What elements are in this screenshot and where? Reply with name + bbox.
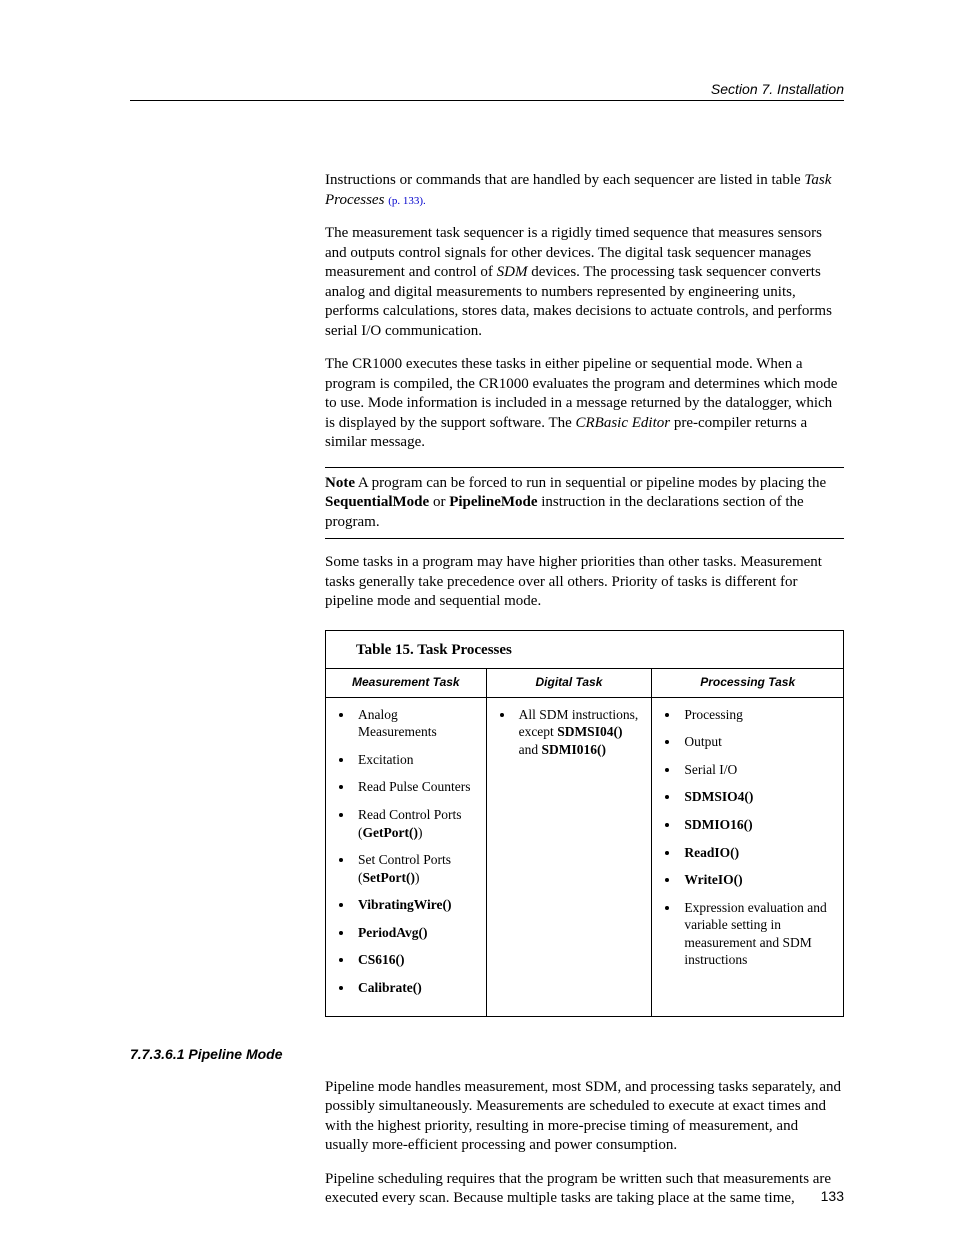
list-item: Processing bbox=[680, 706, 835, 724]
text: and bbox=[519, 742, 542, 757]
list-item: PeriodAvg() bbox=[354, 924, 478, 942]
text: or bbox=[429, 494, 449, 510]
text-bold: SDMSI04() bbox=[557, 724, 622, 739]
text: Excitation bbox=[358, 752, 413, 767]
list-item: Excitation bbox=[354, 751, 478, 769]
text: A program can be forced to run in sequen… bbox=[355, 475, 826, 491]
list-item: VibratingWire() bbox=[354, 896, 478, 914]
list-item: Analog Measurements bbox=[354, 706, 478, 741]
text-bold: VibratingWire() bbox=[358, 897, 452, 912]
list-item: WriteIO() bbox=[680, 871, 835, 889]
page-reference-link[interactable]: (p. 133). bbox=[388, 195, 426, 207]
text-italic: SDM bbox=[497, 264, 528, 280]
column-body-digital: All SDM instructions, except SDMSI04() a… bbox=[486, 697, 652, 1017]
list-item: Read Pulse Counters bbox=[354, 778, 478, 796]
text: ) bbox=[415, 870, 420, 885]
text: Output bbox=[684, 734, 722, 749]
list-item: Serial I/O bbox=[680, 761, 835, 779]
text: Serial I/O bbox=[684, 762, 737, 777]
note-box: Note A program can be forced to run in s… bbox=[325, 467, 844, 540]
text-bold: PipelineMode bbox=[449, 494, 537, 510]
text-bold: ReadIO() bbox=[684, 845, 739, 860]
text-bold: SDMIO16() bbox=[684, 817, 752, 832]
text-bold: SequentialMode bbox=[325, 494, 429, 510]
text-bold: SDMSIO4() bbox=[684, 789, 753, 804]
text-bold: SetPort() bbox=[363, 870, 415, 885]
text-italic: CRBasic Editor bbox=[576, 415, 671, 431]
text-bold: WriteIO() bbox=[684, 872, 742, 887]
running-header: Section 7. Installation bbox=[130, 80, 844, 101]
text-bold: GetPort() bbox=[363, 825, 418, 840]
text: ) bbox=[418, 825, 423, 840]
list-item: Read Control Ports (GetPort()) bbox=[354, 806, 478, 841]
paragraph-intro: Instructions or commands that are handle… bbox=[325, 171, 844, 210]
text: Processing bbox=[684, 707, 743, 722]
text: Expression evaluation and variable setti… bbox=[684, 900, 826, 968]
list-item: Expression evaluation and variable setti… bbox=[680, 899, 835, 969]
list-item: Set Control Ports (SetPort()) bbox=[354, 851, 478, 886]
task-processes-table: Table 15. Task Processes Measurement Tas… bbox=[325, 630, 844, 1018]
list-item: All SDM instructions, except SDMSI04() a… bbox=[515, 706, 644, 759]
list-item: Output bbox=[680, 733, 835, 751]
text-bold: Calibrate() bbox=[358, 980, 422, 995]
column-header-measurement: Measurement Task bbox=[326, 669, 487, 698]
section-heading-pipeline-mode: 7.7.3.6.1 Pipeline Mode bbox=[130, 1045, 844, 1063]
text-bold: SDMI016() bbox=[541, 742, 606, 757]
table-title: Table 15. Task Processes bbox=[326, 630, 844, 669]
list-item: CS616() bbox=[354, 951, 478, 969]
column-header-processing: Processing Task bbox=[652, 669, 844, 698]
paragraph-priorities: Some tasks in a program may have higher … bbox=[325, 553, 844, 612]
note-label: Note bbox=[325, 475, 355, 491]
column-header-digital: Digital Task bbox=[486, 669, 652, 698]
text-bold: PeriodAvg() bbox=[358, 925, 427, 940]
column-body-measurement: Analog Measurements Excitation Read Puls… bbox=[326, 697, 487, 1017]
text: Analog Measurements bbox=[358, 707, 437, 740]
paragraph-pipeline-2: Pipeline scheduling requires that the pr… bbox=[325, 1170, 844, 1209]
list-item: SDMSIO4() bbox=[680, 788, 835, 806]
text: Instructions or commands that are handle… bbox=[325, 172, 804, 188]
list-item: ReadIO() bbox=[680, 844, 835, 862]
column-body-processing: Processing Output Serial I/O SDMSIO4() S… bbox=[652, 697, 844, 1017]
paragraph-pipeline-1: Pipeline mode handles measurement, most … bbox=[325, 1078, 844, 1156]
paragraph-sequencers: The measurement task sequencer is a rigi… bbox=[325, 224, 844, 341]
text-bold: CS616() bbox=[358, 952, 405, 967]
paragraph-modes: The CR1000 executes these tasks in eithe… bbox=[325, 355, 844, 453]
text: Read Pulse Counters bbox=[358, 779, 471, 794]
list-item: Calibrate() bbox=[354, 979, 478, 997]
list-item: SDMIO16() bbox=[680, 816, 835, 834]
page-number: 133 bbox=[821, 1187, 844, 1205]
